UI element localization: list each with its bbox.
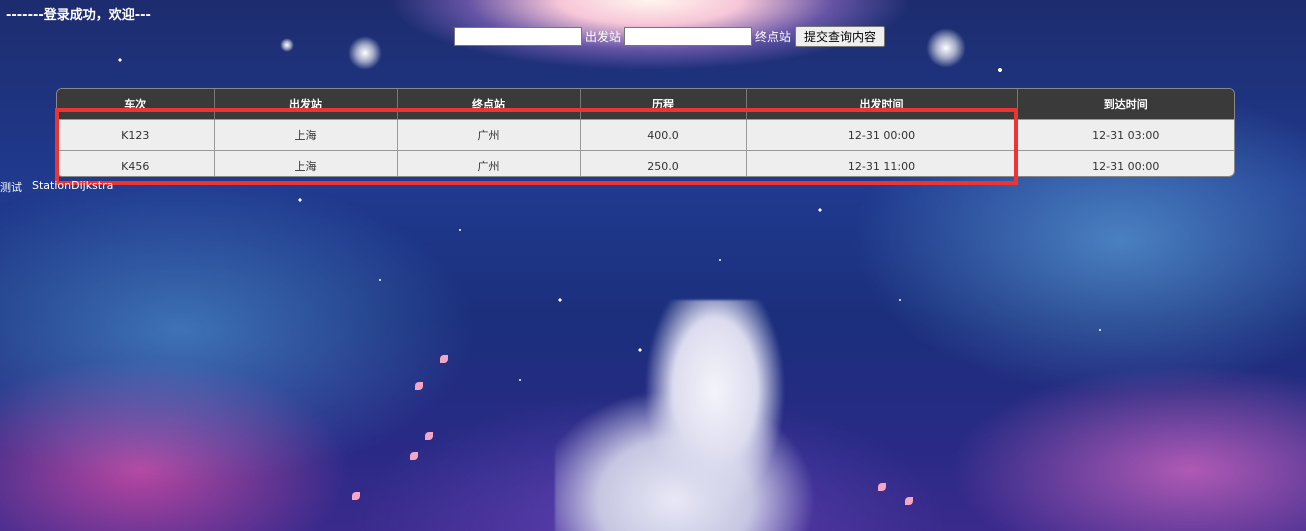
from-station-label: 出发站 [585, 30, 622, 44]
from-station-input[interactable] [454, 27, 582, 46]
train-table: 车次 出发站 终点站 历程 出发时间 到达时间 K123 上海 广州 400.0… [56, 88, 1235, 177]
header-distance: 历程 [580, 89, 747, 120]
cell-arrive-time: 12-31 00:00 [1017, 150, 1234, 176]
cell-from-station: 上海 [214, 150, 398, 176]
welcome-message: -------登录成功，欢迎--- [6, 8, 151, 23]
to-station-input[interactable] [624, 27, 753, 46]
cell-to-station: 广州 [397, 119, 581, 151]
search-bar: 出发站 终点站 提交查询内容 [454, 26, 886, 47]
petal-decoration [425, 432, 433, 440]
header-train-number: 车次 [57, 89, 215, 120]
background-figure [555, 300, 835, 531]
petal-decoration [415, 382, 423, 390]
star-glow [280, 38, 294, 52]
cell-depart-time: 12-31 00:00 [746, 119, 1018, 151]
petal-decoration [352, 492, 360, 500]
table-row: K456 上海 广州 250.0 12-31 11:00 12-31 00:00 [57, 150, 1234, 176]
petal-decoration [878, 483, 886, 491]
petal-decoration [440, 355, 448, 363]
star-glow [926, 28, 966, 68]
submit-query-button[interactable]: 提交查询内容 [795, 26, 886, 47]
cell-train-number: K456 [57, 150, 215, 176]
header-arrive-time: 到达时间 [1017, 89, 1234, 120]
cell-to-station: 广州 [397, 150, 581, 176]
header-depart-time: 出发时间 [746, 89, 1018, 120]
test-link[interactable]: 测试 [0, 179, 22, 195]
footer-links: 测试 StationDijkstra [0, 179, 113, 195]
star-glow [348, 36, 382, 70]
header-from-station: 出发站 [214, 89, 398, 120]
cell-from-station: 上海 [214, 119, 398, 151]
cell-train-number: K123 [57, 119, 215, 151]
cell-distance: 400.0 [580, 119, 747, 151]
table-row: K123 上海 广州 400.0 12-31 00:00 12-31 03:00 [57, 119, 1234, 151]
station-dijkstra-link[interactable]: StationDijkstra [32, 179, 113, 195]
petal-decoration [410, 452, 418, 460]
header-to-station: 终点站 [397, 89, 581, 120]
to-station-label: 终点站 [755, 30, 792, 44]
cell-arrive-time: 12-31 03:00 [1017, 119, 1234, 151]
cell-distance: 250.0 [580, 150, 747, 176]
cell-depart-time: 12-31 11:00 [746, 150, 1018, 176]
table-header-row: 车次 出发站 终点站 历程 出发时间 到达时间 [57, 89, 1234, 120]
petal-decoration [905, 497, 913, 505]
